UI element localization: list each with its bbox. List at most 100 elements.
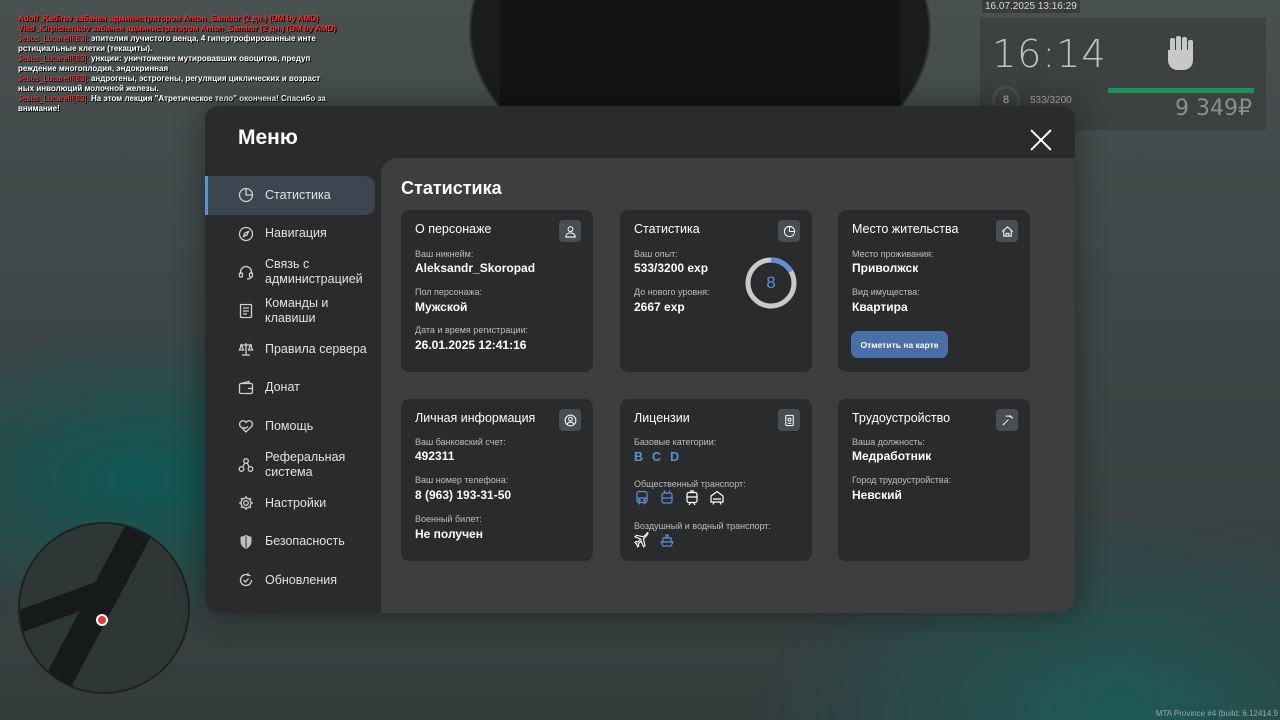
headset-icon <box>238 266 254 280</box>
sidebar-item-label: Команды и клавиши <box>265 295 329 325</box>
tram-icon <box>686 490 698 506</box>
bus-icon <box>636 490 648 505</box>
gender-label: Пол персонажа: <box>415 287 483 297</box>
sidebar-item-help[interactable]: Помощь <box>205 407 375 446</box>
airplane-icon <box>634 532 649 548</box>
employment-card: Трудоустройство Ваша должность: Медработ… <box>838 399 1030 561</box>
sidebar-item-label: Помощь <box>265 418 314 433</box>
card-title: Статистика <box>634 222 700 236</box>
sidebar: Статистика Навигация Связь с администрац… <box>205 176 381 600</box>
chat-line: Adolf_Kadirov забанен администратором An… <box>18 14 319 23</box>
sidebar-item-label: Правила сервера <box>265 341 367 356</box>
trolleybus-icon <box>661 490 673 504</box>
chat-line: ных инволюций молочной железы. <box>18 84 159 93</box>
level-number: 8 <box>766 273 776 292</box>
refresh-check-icon <box>239 573 253 587</box>
license-card-icon <box>778 409 800 431</box>
sidebar-item-label: Навигация <box>265 226 327 241</box>
gear-icon <box>239 496 253 511</box>
sidebar-item-settings[interactable]: Настройки <box>205 484 375 523</box>
scales-icon <box>238 343 254 356</box>
position-label: Ваша должность: <box>852 437 925 447</box>
place-value: Приволжск <box>852 261 919 275</box>
phone-value: 8 (963) 193-31-50 <box>415 488 512 502</box>
card-title: Трудоустройство <box>852 411 951 425</box>
mark-on-map-button[interactable]: Отметить на карте <box>851 331 948 358</box>
house-icon <box>996 220 1018 242</box>
metro-icon <box>710 490 724 505</box>
personal-card: Личная информация Ваш банковский счет: 4… <box>401 399 593 561</box>
license-categories: B C D <box>634 450 680 464</box>
stats-card: Статистика Ваш опыт: 533/3200 exp До нов… <box>620 210 812 372</box>
license-category: B <box>634 450 645 464</box>
sidebar-item-security[interactable]: Безопасность <box>205 523 375 562</box>
sidebar-item-updates[interactable]: Обновления <box>205 561 375 600</box>
menu-window: Меню Статистика Навигация Связь с админи… <box>205 106 1075 613</box>
license-category: D <box>670 450 681 464</box>
air-water-transport-label: Воздушный и водный транспорт: <box>634 521 771 531</box>
menu-title: Меню <box>238 126 298 149</box>
phone-label: Ваш номер телефона: <box>415 475 509 485</box>
build-info: MTA Province #4 (build: 6.12414.9 <box>1155 709 1278 718</box>
nickname-value: Aleksandr_Skoropad <box>415 261 536 275</box>
exp-value: 533/3200 exp <box>634 261 709 275</box>
chat-line: Jesus_Lucarelli[83]: эпителия лучистого … <box>18 34 316 43</box>
card-title: Лицензии <box>634 411 690 425</box>
gender-value: Мужской <box>415 300 468 314</box>
military-label: Военный билет: <box>415 514 482 524</box>
property-value: Квартира <box>852 300 908 314</box>
card-title: О персонаже <box>415 222 492 236</box>
work-city-label: Город трудоустройства: <box>852 475 952 485</box>
sidebar-item-rules[interactable]: Правила сервера <box>205 330 375 369</box>
sidebar-item-label: Связь с администрацией <box>265 257 363 287</box>
pie-chart-icon <box>778 220 800 242</box>
page-title: Статистика <box>401 178 502 198</box>
licenses-card: Лицензии Базовые категории: B C D Общест… <box>620 399 812 561</box>
work-city-value: Невский <box>852 488 902 502</box>
sidebar-item-donate[interactable]: Донат <box>205 369 375 408</box>
chat-line: Jesus_Lucarelli[83]: На этом лекция "Атр… <box>18 94 326 103</box>
user-icon <box>559 220 581 242</box>
sidebar-item-label: Реферальная система <box>265 449 346 479</box>
air-water-transport-icons <box>634 532 675 548</box>
fist-icon <box>1168 36 1193 70</box>
pickaxe-icon <box>996 409 1018 431</box>
bank-value: 492311 <box>415 449 455 463</box>
minimap <box>18 522 190 694</box>
network-icon <box>238 457 254 472</box>
license-category: C <box>652 450 663 464</box>
public-transport-icons <box>634 490 725 506</box>
exp-label: Ваш опыт: <box>634 249 678 259</box>
game-background-shadow <box>500 0 900 106</box>
boat-icon <box>660 534 674 547</box>
sidebar-item-admin-contact[interactable]: Связь с администрацией <box>205 253 375 292</box>
next-level-label: До нового уровня: <box>634 287 710 297</box>
content-panel: Статистика О персонаже Ваш никнейм: Alek… <box>381 158 1075 613</box>
chat-line: Vlad_Kirpichenkov забанен администраторо… <box>18 24 337 33</box>
chat-log: Adolf_Kadirov забанен администратором An… <box>18 14 348 114</box>
nickname-label: Ваш никнейм: <box>415 249 474 259</box>
base-categories-label: Базовые категории: <box>634 437 717 447</box>
sidebar-item-navigation[interactable]: Навигация <box>205 215 375 254</box>
sidebar-item-label: Донат <box>265 380 300 395</box>
card-title: Место жительства <box>852 222 959 236</box>
close-button[interactable] <box>1029 128 1053 152</box>
chat-line: рстициальные клетки (текациты). <box>18 44 153 53</box>
next-level-value: 2667 exp <box>634 300 685 314</box>
sidebar-item-commands[interactable]: Команды и клавиши <box>205 292 375 331</box>
registration-value: 26.01.2025 12:41:16 <box>415 338 527 352</box>
player-marker-icon <box>96 614 108 626</box>
chat-line: реждение многоплодия, эндокринная <box>18 64 169 73</box>
registration-label: Дата и время регистрации: <box>415 325 528 335</box>
user-circle-icon <box>559 409 581 431</box>
document-icon <box>239 303 253 318</box>
bank-label: Ваш банковский счет: <box>415 437 506 447</box>
chat-line: Jesus_Lucarelli[83]: андрогены, эстроген… <box>18 74 321 83</box>
sidebar-item-statistics[interactable]: Статистика <box>205 176 375 215</box>
character-card: О персонаже Ваш никнейм: Aleksandr_Skoro… <box>401 210 593 372</box>
sidebar-item-referral[interactable]: Реферальная система <box>205 446 375 485</box>
position-value: Медработник <box>852 449 932 463</box>
military-value: Не получен <box>415 527 483 541</box>
hud-datetime: 16.07.2025 13:16:29 <box>982 0 1080 13</box>
hud-money: 9 349₽ <box>1175 96 1252 121</box>
